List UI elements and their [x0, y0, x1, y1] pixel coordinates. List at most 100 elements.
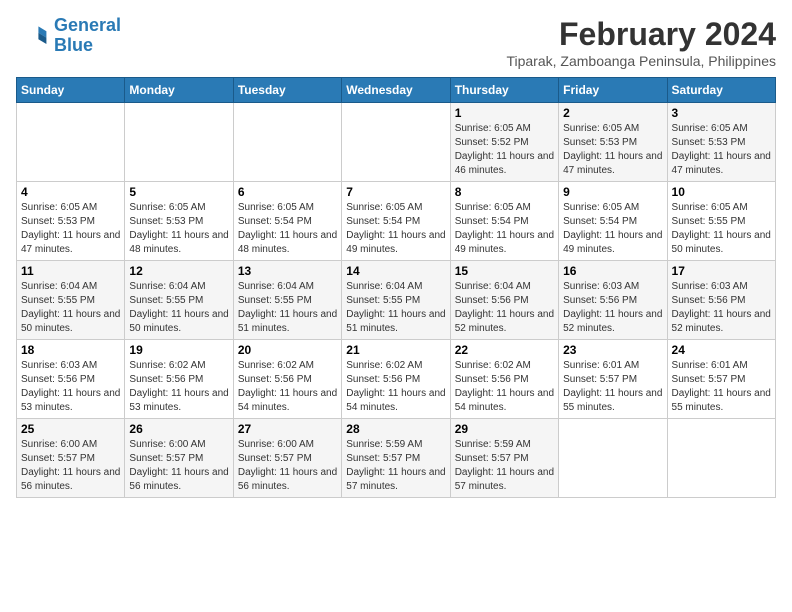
calendar-cell: 6 Sunrise: 6:05 AM Sunset: 5:54 PM Daylig…	[233, 182, 341, 261]
calendar-cell: 21 Sunrise: 6:02 AM Sunset: 5:56 PM Dayli…	[342, 340, 450, 419]
day-detail: Sunrise: 6:04 AM Sunset: 5:55 PM Dayligh…	[238, 280, 337, 336]
header-monday: Monday	[125, 78, 233, 103]
calendar-cell: 12 Sunrise: 6:04 AM Sunset: 5:55 PM Dayli…	[125, 261, 233, 340]
page-header: General Blue February 2024 Tiparak, Zamb…	[16, 16, 776, 69]
calendar-body: 1Sunrise: 6:05 AM Sunset: 5:52 PM Daylig…	[17, 103, 776, 498]
header-saturday: Saturday	[667, 78, 775, 103]
day-detail: Sunrise: 6:05 AM Sunset: 5:53 PM Dayligh…	[672, 122, 771, 178]
calendar-table: SundayMondayTuesdayWednesdayThursdayFrid…	[16, 77, 776, 498]
day-detail: Sunrise: 6:00 AM Sunset: 5:57 PM Dayligh…	[238, 438, 337, 494]
calendar-title: February 2024	[506, 16, 776, 53]
calendar-cell: 17 Sunrise: 6:03 AM Sunset: 5:56 PM Dayli…	[667, 261, 775, 340]
day-detail: Sunrise: 6:05 AM Sunset: 5:53 PM Dayligh…	[129, 201, 228, 257]
day-number: 2	[563, 106, 662, 120]
day-detail: Sunrise: 6:03 AM Sunset: 5:56 PM Dayligh…	[21, 359, 120, 415]
day-detail: Sunrise: 6:04 AM Sunset: 5:55 PM Dayligh…	[346, 280, 445, 336]
day-detail: Sunrise: 5:59 AM Sunset: 5:57 PM Dayligh…	[455, 438, 554, 494]
day-number: 6	[238, 185, 337, 199]
day-number: 14	[346, 264, 445, 278]
logo-text: General Blue	[54, 16, 121, 56]
calendar-cell: 27 Sunrise: 6:00 AM Sunset: 5:57 PM Dayli…	[233, 419, 341, 498]
day-number: 24	[672, 343, 771, 357]
day-detail: Sunrise: 6:05 AM Sunset: 5:54 PM Dayligh…	[455, 201, 554, 257]
day-number: 15	[455, 264, 554, 278]
day-number: 13	[238, 264, 337, 278]
calendar-cell: 14 Sunrise: 6:04 AM Sunset: 5:55 PM Dayli…	[342, 261, 450, 340]
header-thursday: Thursday	[450, 78, 558, 103]
day-number: 27	[238, 422, 337, 436]
header-wednesday: Wednesday	[342, 78, 450, 103]
day-detail: Sunrise: 6:01 AM Sunset: 5:57 PM Dayligh…	[563, 359, 662, 415]
day-number: 20	[238, 343, 337, 357]
day-detail: Sunrise: 6:04 AM Sunset: 5:56 PM Dayligh…	[455, 280, 554, 336]
day-number: 9	[563, 185, 662, 199]
day-number: 3	[672, 106, 771, 120]
day-number: 22	[455, 343, 554, 357]
day-number: 29	[455, 422, 554, 436]
day-number: 16	[563, 264, 662, 278]
calendar-cell: 26 Sunrise: 6:00 AM Sunset: 5:57 PM Dayli…	[125, 419, 233, 498]
day-number: 10	[672, 185, 771, 199]
header-friday: Friday	[559, 78, 667, 103]
day-number: 12	[129, 264, 228, 278]
calendar-cell: 25 Sunrise: 6:00 AM Sunset: 5:57 PM Dayli…	[17, 419, 125, 498]
day-detail: Sunrise: 6:03 AM Sunset: 5:56 PM Dayligh…	[563, 280, 662, 336]
calendar-cell: 4 Sunrise: 6:05 AM Sunset: 5:53 PM Daylig…	[17, 182, 125, 261]
header-sunday: Sunday	[17, 78, 125, 103]
day-number: 18	[21, 343, 120, 357]
day-detail: Sunrise: 6:02 AM Sunset: 5:56 PM Dayligh…	[238, 359, 337, 415]
calendar-cell: 5 Sunrise: 6:05 AM Sunset: 5:53 PM Daylig…	[125, 182, 233, 261]
day-number: 17	[672, 264, 771, 278]
logo-icon	[16, 20, 48, 52]
calendar-cell	[125, 103, 233, 182]
day-number: 23	[563, 343, 662, 357]
calendar-cell: 19 Sunrise: 6:02 AM Sunset: 5:56 PM Dayli…	[125, 340, 233, 419]
calendar-cell: 18 Sunrise: 6:03 AM Sunset: 5:56 PM Dayli…	[17, 340, 125, 419]
day-detail: Sunrise: 6:05 AM Sunset: 5:54 PM Dayligh…	[346, 201, 445, 257]
week-row-4: 18 Sunrise: 6:03 AM Sunset: 5:56 PM Dayli…	[17, 340, 776, 419]
calendar-cell: 9 Sunrise: 6:05 AM Sunset: 5:54 PM Daylig…	[559, 182, 667, 261]
calendar-header-row: SundayMondayTuesdayWednesdayThursdayFrid…	[17, 78, 776, 103]
day-number: 11	[21, 264, 120, 278]
calendar-cell: 24Sunrise: 6:01 AM Sunset: 5:57 PM Dayli…	[667, 340, 775, 419]
day-detail: Sunrise: 6:02 AM Sunset: 5:56 PM Dayligh…	[129, 359, 228, 415]
calendar-cell: 23 Sunrise: 6:01 AM Sunset: 5:57 PM Dayli…	[559, 340, 667, 419]
day-detail: Sunrise: 6:00 AM Sunset: 5:57 PM Dayligh…	[21, 438, 120, 494]
header-tuesday: Tuesday	[233, 78, 341, 103]
week-row-3: 11 Sunrise: 6:04 AM Sunset: 5:55 PM Dayli…	[17, 261, 776, 340]
calendar-cell: 7 Sunrise: 6:05 AM Sunset: 5:54 PM Daylig…	[342, 182, 450, 261]
calendar-cell: 13 Sunrise: 6:04 AM Sunset: 5:55 PM Dayli…	[233, 261, 341, 340]
day-detail: Sunrise: 6:02 AM Sunset: 5:56 PM Dayligh…	[455, 359, 554, 415]
calendar-cell: 16 Sunrise: 6:03 AM Sunset: 5:56 PM Dayli…	[559, 261, 667, 340]
title-area: February 2024 Tiparak, Zamboanga Peninsu…	[506, 16, 776, 69]
day-number: 8	[455, 185, 554, 199]
day-detail: Sunrise: 6:03 AM Sunset: 5:56 PM Dayligh…	[672, 280, 771, 336]
day-number: 7	[346, 185, 445, 199]
day-detail: Sunrise: 6:02 AM Sunset: 5:56 PM Dayligh…	[346, 359, 445, 415]
calendar-cell: 15 Sunrise: 6:04 AM Sunset: 5:56 PM Dayli…	[450, 261, 558, 340]
calendar-cell: 11Sunrise: 6:04 AM Sunset: 5:55 PM Dayli…	[17, 261, 125, 340]
calendar-cell	[342, 103, 450, 182]
day-number: 21	[346, 343, 445, 357]
day-detail: Sunrise: 6:05 AM Sunset: 5:54 PM Dayligh…	[563, 201, 662, 257]
day-number: 25	[21, 422, 120, 436]
day-number: 1	[455, 106, 554, 120]
day-number: 19	[129, 343, 228, 357]
calendar-cell: 8 Sunrise: 6:05 AM Sunset: 5:54 PM Daylig…	[450, 182, 558, 261]
week-row-2: 4 Sunrise: 6:05 AM Sunset: 5:53 PM Daylig…	[17, 182, 776, 261]
day-detail: Sunrise: 6:05 AM Sunset: 5:53 PM Dayligh…	[21, 201, 120, 257]
day-detail: Sunrise: 6:05 AM Sunset: 5:54 PM Dayligh…	[238, 201, 337, 257]
day-detail: Sunrise: 6:04 AM Sunset: 5:55 PM Dayligh…	[129, 280, 228, 336]
day-detail: Sunrise: 5:59 AM Sunset: 5:57 PM Dayligh…	[346, 438, 445, 494]
calendar-cell	[17, 103, 125, 182]
calendar-cell: 10Sunrise: 6:05 AM Sunset: 5:55 PM Dayli…	[667, 182, 775, 261]
calendar-cell: 20 Sunrise: 6:02 AM Sunset: 5:56 PM Dayli…	[233, 340, 341, 419]
day-number: 5	[129, 185, 228, 199]
day-number: 28	[346, 422, 445, 436]
day-number: 26	[129, 422, 228, 436]
calendar-cell: 1Sunrise: 6:05 AM Sunset: 5:52 PM Daylig…	[450, 103, 558, 182]
day-detail: Sunrise: 6:05 AM Sunset: 5:53 PM Dayligh…	[563, 122, 662, 178]
calendar-cell: 29 Sunrise: 5:59 AM Sunset: 5:57 PM Dayli…	[450, 419, 558, 498]
day-number: 4	[21, 185, 120, 199]
day-detail: Sunrise: 6:00 AM Sunset: 5:57 PM Dayligh…	[129, 438, 228, 494]
